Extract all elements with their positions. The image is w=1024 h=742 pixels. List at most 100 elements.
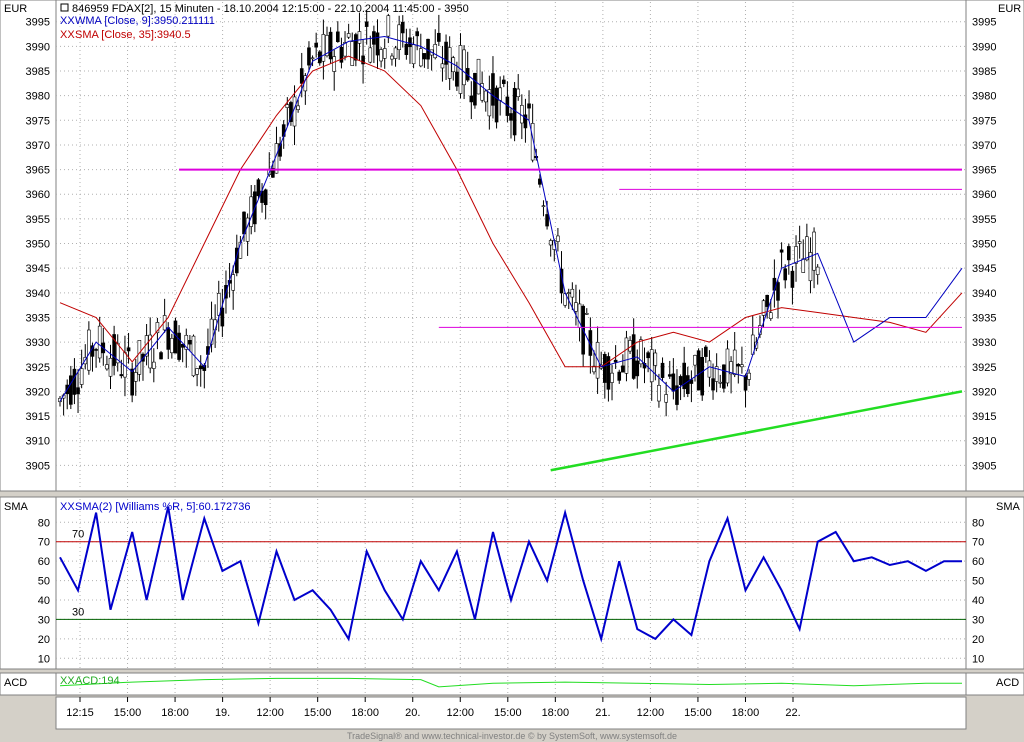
price-tick-right: 3935 [972, 312, 996, 324]
price-tick-left: 3905 [26, 460, 50, 472]
williams-tick-left: 80 [38, 517, 50, 529]
legend-sma: SMA [Close, 35]:3940.5 [75, 29, 191, 41]
price-tick-left: 3945 [26, 263, 50, 275]
candle-body [718, 381, 723, 384]
candle-body [491, 73, 495, 106]
acd-panel[interactable] [55, 672, 967, 696]
candle-body [400, 21, 405, 34]
price-tick-right: 3965 [972, 165, 996, 177]
candle-body [667, 374, 672, 377]
williams-tick-right: 50 [972, 576, 984, 588]
candle-body [94, 349, 98, 351]
candle-body [256, 179, 261, 197]
price-tick-left: 3975 [26, 115, 50, 127]
candle-body [418, 48, 423, 67]
time-tick-label: 12:00 [447, 707, 475, 719]
eur-label-right: EUR [998, 3, 1021, 15]
candle-body [812, 231, 816, 271]
candle-body [393, 47, 398, 59]
candle-body [545, 214, 549, 227]
price-tick-right: 3930 [972, 337, 996, 349]
time-tick-label: 18:00 [351, 707, 379, 719]
williams-tick-right: 70 [972, 537, 984, 549]
candle-body [415, 31, 419, 37]
candle-body [815, 266, 820, 275]
candle-body [538, 178, 542, 185]
candle-body [397, 24, 401, 50]
candle-body [390, 55, 394, 60]
candle-body [768, 312, 773, 319]
price-tick-left: 3915 [26, 411, 50, 423]
legend-acd-icon[interactable]: XX [60, 675, 75, 687]
legend-wma-icon[interactable]: XX [60, 15, 75, 27]
price-tick-left: 3910 [26, 436, 50, 448]
candle-body [469, 95, 474, 103]
sma-label-right: SMA [996, 501, 1021, 513]
candle-body [198, 365, 203, 370]
candle-body [693, 355, 697, 366]
eur-label-left: EUR [4, 3, 27, 15]
candle-body [574, 302, 578, 312]
candle-body [249, 196, 254, 227]
candle-body [166, 327, 171, 350]
price-tick-left: 3955 [26, 214, 50, 226]
williams-tick-left: 10 [38, 653, 50, 665]
candle-body [296, 105, 300, 110]
candle-body [783, 268, 788, 281]
candle-body [386, 15, 391, 37]
price-tick-left: 3935 [26, 312, 50, 324]
candle-body [307, 47, 311, 66]
candle-body [509, 113, 513, 121]
candle-body [263, 189, 268, 206]
candle-body [736, 363, 741, 367]
candle-body [332, 56, 337, 72]
williams-tick-left: 30 [38, 614, 50, 626]
candle-body [617, 371, 622, 381]
price-tick-left: 3960 [26, 189, 50, 201]
acd-label-left: ACD [4, 677, 27, 689]
time-tick-label: 15:00 [114, 707, 142, 719]
candle-body [548, 240, 553, 246]
candle-body [501, 79, 506, 84]
candle-body [787, 246, 791, 261]
footer-credit: TradeSignal® and www.technical-investor.… [347, 731, 677, 741]
candle-body [220, 307, 225, 327]
candle-body [321, 34, 326, 62]
candle-body [422, 53, 427, 60]
candle-body [379, 49, 383, 62]
candle-body [516, 88, 521, 98]
time-tick-label: 21. [595, 707, 610, 719]
williams-tick-right: 60 [972, 556, 984, 568]
candle-body [765, 294, 769, 307]
price-tick-left: 3965 [26, 165, 50, 177]
candle-body [433, 44, 438, 59]
price-tick-right: 3915 [972, 411, 996, 423]
time-tick-label: 12:00 [637, 707, 665, 719]
candle-body [635, 360, 640, 377]
legend-williams: SMA(2) [Williams %R, 5]:60.172736 [75, 501, 250, 513]
time-tick-label: 18:00 [732, 707, 760, 719]
price-tick-left: 3985 [26, 66, 50, 78]
candle-body [743, 375, 748, 391]
candle-body [242, 211, 246, 235]
legend-sma-icon[interactable]: XX [60, 29, 75, 41]
candle-body [159, 352, 163, 360]
legend-acd: ACD:194 [75, 675, 120, 687]
price-tick-left: 3970 [26, 140, 50, 152]
williams-tick-right: 20 [972, 634, 984, 646]
candle-body [105, 364, 109, 370]
collapse-icon[interactable] [60, 3, 69, 12]
price-tick-right: 3980 [972, 91, 996, 103]
williams-tick-left: 60 [38, 556, 50, 568]
price-tick-right: 3940 [972, 288, 996, 300]
price-tick-left: 3920 [26, 386, 50, 398]
candle-body [87, 329, 91, 371]
candle-body [195, 368, 199, 375]
candle-body [678, 376, 683, 386]
candle-body [696, 350, 701, 391]
candle-body [685, 375, 690, 394]
candle-body [610, 372, 614, 383]
candle-body [483, 90, 488, 103]
legend-williams-icon[interactable]: XX [60, 501, 75, 513]
candle-body [732, 349, 737, 376]
